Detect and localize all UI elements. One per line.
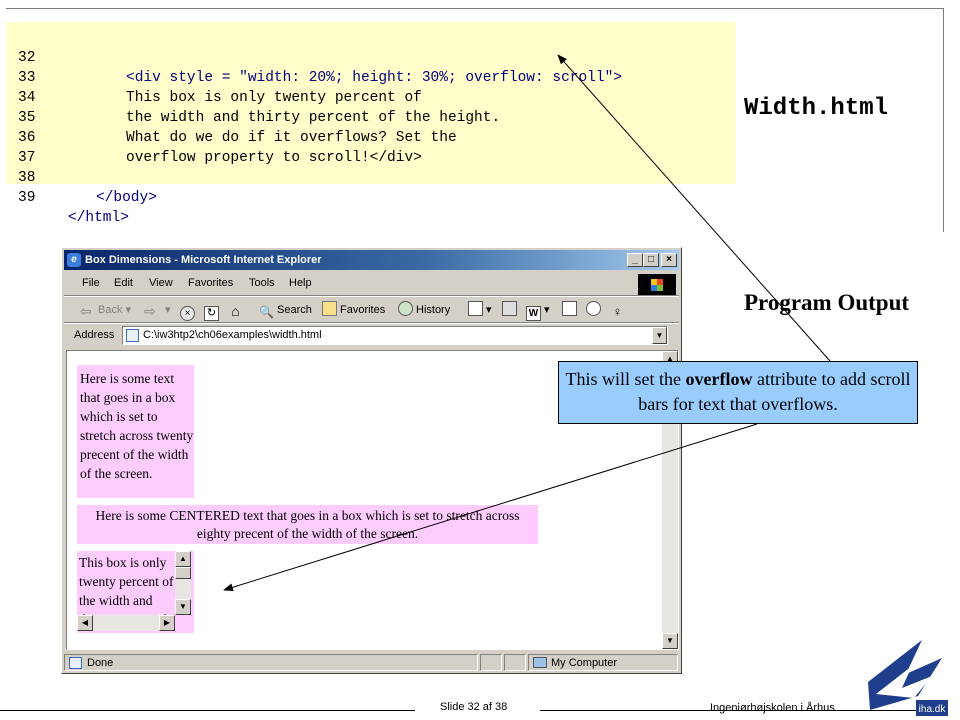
iha-logo: iha.dk	[868, 640, 948, 716]
arrow-to-scroll-box	[223, 423, 758, 592]
logo-text: iha.dk	[919, 704, 947, 715]
slide-number: Slide 32 af 38	[440, 701, 508, 713]
institution-name: Ingeniørhøjskolen i Århus	[710, 702, 835, 714]
footer-line-left	[0, 710, 415, 711]
arrow-to-code	[557, 54, 831, 362]
annotation-arrows	[223, 54, 831, 592]
